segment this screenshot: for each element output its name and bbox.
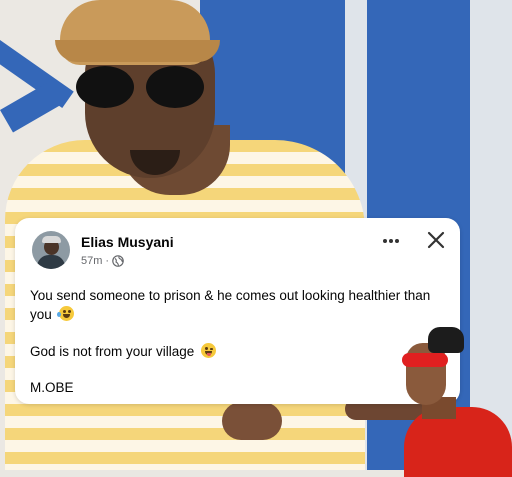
globe-icon bbox=[112, 255, 124, 267]
winking-tongue-emoji-icon bbox=[201, 343, 217, 358]
close-icon[interactable] bbox=[425, 229, 447, 251]
person-sunglasses bbox=[76, 66, 134, 108]
post-text-line: You send someone to prison & he comes ou… bbox=[30, 288, 431, 303]
person-hand bbox=[222, 402, 282, 440]
post-text-line: you bbox=[30, 305, 74, 325]
person-sunglasses bbox=[146, 66, 204, 108]
more-options-icon[interactable] bbox=[378, 232, 404, 250]
post-timestamp[interactable]: 57m bbox=[81, 255, 102, 267]
post-text-line: M.OBE bbox=[30, 380, 74, 395]
person-sticker bbox=[398, 325, 512, 477]
person-cap-brim bbox=[55, 40, 220, 62]
laughing-crying-emoji-icon bbox=[56, 306, 74, 321]
post-card: Elias Musyani 57m · You send someone to … bbox=[15, 218, 460, 404]
author-name[interactable]: Elias Musyani bbox=[81, 234, 174, 250]
meta-separator: · bbox=[105, 255, 110, 267]
avatar[interactable] bbox=[32, 231, 70, 269]
post-text-line: God is not from your village bbox=[30, 342, 217, 362]
post-text-fragment: God is not from your village bbox=[30, 344, 195, 359]
post-text-fragment: you bbox=[30, 307, 52, 322]
post-meta: 57m · bbox=[81, 255, 124, 267]
